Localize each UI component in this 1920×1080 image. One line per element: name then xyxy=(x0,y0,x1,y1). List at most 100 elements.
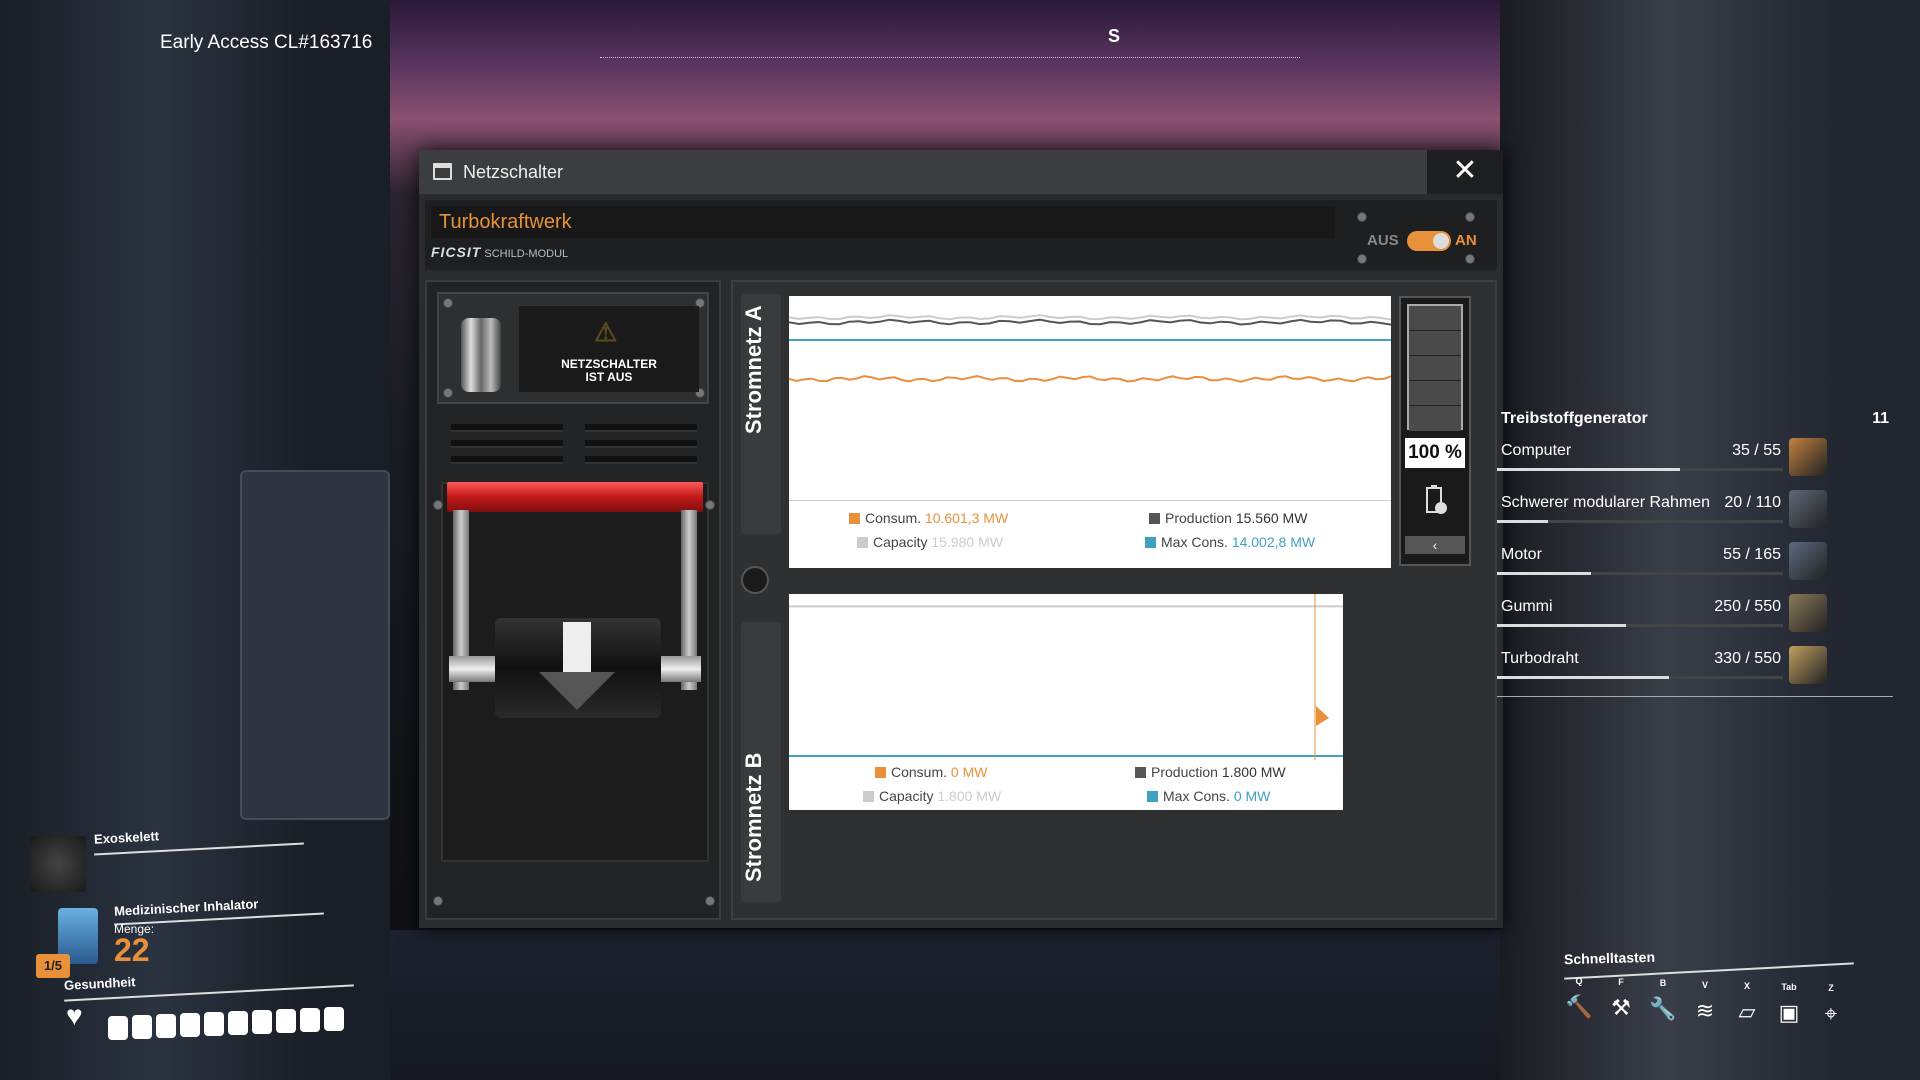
capacity-value: 1.800 MW xyxy=(937,788,1002,804)
health-segment xyxy=(276,1009,296,1033)
battery-icon xyxy=(1426,485,1447,514)
screw-icon xyxy=(433,500,443,510)
power-toggle[interactable] xyxy=(1407,231,1451,251)
hotkey-key: Tab xyxy=(1781,982,1797,992)
ingredient-progress-fill xyxy=(1497,468,1681,471)
toggle-off-label: AUS xyxy=(1367,232,1399,249)
grid-b-maxcons: Max Cons. 0 MW xyxy=(1147,788,1270,804)
vent-slot xyxy=(585,440,697,448)
production-line xyxy=(789,318,1391,326)
toggle-on-label: AN xyxy=(1455,232,1477,249)
hotkey-slot[interactable]: B 🔧 xyxy=(1644,978,1682,1026)
screw-icon xyxy=(433,896,443,906)
consum-label: Consum. xyxy=(891,764,948,780)
consum-swatch xyxy=(875,767,886,778)
window-title: Netzschalter xyxy=(463,162,564,182)
brand-logo: FICSIT xyxy=(431,244,482,260)
battery-percent: 100 % xyxy=(1405,438,1465,468)
hotkey-slot[interactable]: Tab ▣ xyxy=(1770,982,1808,1030)
consum-swatch xyxy=(849,513,860,524)
capacity-line xyxy=(789,314,1391,321)
grid-a-tab: Stromnetz A xyxy=(741,294,781,534)
name-input[interactable]: Turbokraftwerk xyxy=(431,206,1335,238)
ingredient-name: Gummi xyxy=(1501,598,1553,615)
ingredient-amount: 20 / 110 xyxy=(1724,494,1781,511)
health-segment xyxy=(180,1013,200,1037)
switch-panel: ⚠ NETZSCHALTER IST AUS xyxy=(425,280,721,920)
grid-connector-icon xyxy=(741,566,769,594)
foundation-icon: ▱ xyxy=(1738,998,1756,1024)
hotkey-key: F xyxy=(1618,977,1624,988)
hotkey-slot[interactable]: F ⚒ xyxy=(1602,977,1640,1025)
production-label: Production xyxy=(1151,764,1218,780)
battery-gauge: 100 % ‹ xyxy=(1399,296,1471,566)
capacity-value: 15.980 MW xyxy=(931,534,1003,550)
hotkey-slot[interactable]: Z ⌖ xyxy=(1812,983,1850,1031)
battery-cell xyxy=(1409,406,1461,431)
grid-a-capacity: Capacity 15.980 MW xyxy=(857,534,1003,550)
capacity-swatch xyxy=(863,791,874,802)
screw-icon xyxy=(1465,212,1475,222)
toggle-knob xyxy=(1433,233,1449,249)
hotkey-slot[interactable]: Q 🔨 xyxy=(1560,976,1598,1024)
vent-slot xyxy=(451,424,563,432)
module-label: SCHILD-MODUL xyxy=(484,248,569,260)
maxcons-value: 0 MW xyxy=(1233,788,1271,804)
ingredient-progress xyxy=(1497,572,1783,575)
consum-label: Consum. xyxy=(865,510,922,526)
hotkey-slot[interactable]: X ▱ xyxy=(1728,981,1766,1029)
maxcons-swatch xyxy=(1147,791,1158,802)
ingredient-name: Schwerer modularer Rahmen xyxy=(1501,494,1710,511)
map-marker-icon: ⌖ xyxy=(1824,1001,1838,1027)
grid-b-graph xyxy=(789,594,1343,760)
hotkey-key: B xyxy=(1659,978,1667,989)
ingredient-progress-fill xyxy=(1497,676,1669,679)
inventory-icon: ▣ xyxy=(1778,1000,1800,1025)
screw-icon xyxy=(705,500,715,510)
cursor-icon xyxy=(1316,706,1329,726)
collapse-button[interactable]: ‹ xyxy=(1405,536,1465,554)
health-segment xyxy=(108,1016,128,1040)
vent-slot xyxy=(585,456,697,464)
ingredient-progress xyxy=(1497,520,1783,523)
ingredient-amount: 250 / 550 xyxy=(1714,598,1781,615)
screw-icon xyxy=(705,896,715,906)
capacity-label: Capacity xyxy=(879,788,934,804)
grid-b-consum: Consum. 0 MW xyxy=(875,764,987,780)
health-segment xyxy=(204,1012,224,1036)
vent-slot xyxy=(451,440,563,448)
close-button[interactable]: ✕ xyxy=(1427,150,1503,194)
vent-slot xyxy=(451,456,563,464)
slot-badge: 1/5 xyxy=(36,954,70,978)
lever-handle[interactable] xyxy=(447,482,703,512)
build-hammer-icon: 🔨 xyxy=(1565,994,1593,1019)
ingredient-amount: 330 / 550 xyxy=(1714,650,1781,667)
recipe-count: 11 xyxy=(1872,410,1889,427)
screw-icon xyxy=(1357,254,1367,264)
ingredient-row: Turbodraht 330 / 550 xyxy=(1497,646,1837,690)
close-icon: ✕ xyxy=(1452,154,1478,187)
hotkey-key: Q xyxy=(1575,976,1583,986)
power-switch-window: Netzschalter ✕ Turbokraftwerk FICSIT SCH… xyxy=(419,150,1503,928)
capacity-swatch xyxy=(857,537,868,548)
grid-charts-panel: Stromnetz A Stromnetz B Consum. 10.601,3… xyxy=(731,280,1497,920)
capacity-label: Capacity xyxy=(873,534,928,550)
health-segment xyxy=(300,1008,320,1032)
hotkey-slot[interactable]: V ≋ xyxy=(1686,980,1724,1028)
screw-icon xyxy=(443,388,453,398)
ingredient-amount: 55 / 165 xyxy=(1723,546,1781,563)
battery-cell xyxy=(1409,356,1461,381)
health-segment xyxy=(324,1007,344,1031)
window-titlebar[interactable]: Netzschalter ✕ xyxy=(419,150,1503,194)
battery-cell xyxy=(1409,331,1461,356)
health-segment xyxy=(228,1011,248,1035)
module-brand: FICSIT SCHILD-MODUL xyxy=(431,244,568,260)
hotkeys-title: Schnelltasten xyxy=(1563,948,1656,968)
background-pillar-right xyxy=(1500,0,1920,1080)
ingredient-progress xyxy=(1497,468,1783,471)
grid-b-chart: Consum. 0 MW Production 1.800 MW Capacit… xyxy=(789,594,1343,810)
maxcons-swatch xyxy=(1145,537,1156,548)
grid-a-graph xyxy=(789,314,1391,383)
background-floor xyxy=(390,930,1500,1080)
ingredient-row: Motor 55 / 165 xyxy=(1497,542,1837,586)
